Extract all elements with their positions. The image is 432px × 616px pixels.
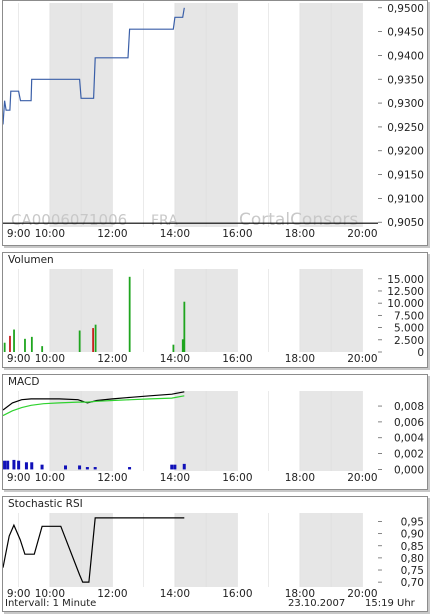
interval-label: Intervall: 1 Minute [5, 598, 97, 609]
macd-x-tick-label: 18:00 [285, 472, 315, 484]
stoch-rsi-title: Stochastic RSI [8, 498, 83, 510]
volume-x-tick-label: 14:00 [160, 353, 190, 365]
price-x-tick-label: 14:00 [160, 228, 190, 240]
volume-x-tick-label: 20:00 [347, 353, 377, 365]
macd-x-tick-label: 16:00 [222, 472, 252, 484]
stoch-rsi-y-tick-label: 0,80 [401, 553, 424, 565]
date-label: 23.10.2007 [288, 598, 346, 609]
stoch-rsi-y-tick-label: 0,70 [401, 577, 424, 589]
stoch-rsi-y-tick-label: 0,75 [401, 565, 424, 577]
volume-bar [92, 328, 94, 352]
volume-bar [78, 330, 81, 352]
volume-y-tick-label: 15.000 [387, 274, 424, 286]
macd-histogram-bar [24, 462, 28, 470]
volume-x-tick-label: 16:00 [222, 353, 252, 365]
volume-bar [181, 339, 184, 352]
price-y-tick-label: 0,9400 [387, 50, 424, 62]
macd-x-tick-label: 9:00 [7, 472, 31, 484]
macd-histogram-bar [85, 467, 89, 470]
volume-title: Volumen [8, 254, 54, 266]
macd-title: MACD [8, 376, 40, 388]
volume-bar [9, 335, 11, 352]
macd-y-tick-label: 0,008 [394, 401, 424, 413]
macd-y-tick-label: 0,002 [394, 449, 424, 461]
price-panel: 9:00 10:00 12:00 14:00 16:00 18:00 20:00 CA0006… [2, 0, 428, 246]
macd-histogram-bar [6, 460, 10, 470]
volume-y-tick-label: 0 [417, 347, 424, 359]
macd-y-tick-label: 0,006 [394, 417, 424, 429]
macd-histogram-bar [78, 465, 82, 470]
macd-x-tick-label: 20:00 [347, 472, 377, 484]
macd-x-tick-label: 14:00 [160, 472, 190, 484]
price-y-tick-label: 0,9500 [387, 3, 424, 15]
macd-histogram-bar [17, 460, 21, 470]
stoch-rsi-x-tick-label: 12:00 [97, 588, 127, 600]
macd-panel: MACD 9:00 10:00 12:00 14:00 16:00 18:00 20:00 0… [2, 374, 428, 490]
stoch-rsi-y-tick-label: 0,85 [401, 541, 424, 553]
macd-y-tick-label: 0,004 [394, 433, 424, 445]
volume-x-tick-label: 9:00 [7, 353, 31, 365]
stoch-rsi-y-tick-label: 0,95 [401, 516, 424, 528]
volume-bar [183, 301, 186, 352]
macd-x-tick-label: 10:00 [35, 472, 65, 484]
watermark-exchange: FRA [151, 213, 178, 229]
macd-histogram-bar [12, 459, 16, 470]
price-x-tick-label: 12:00 [97, 228, 127, 240]
volume-y-tick-label: 2.500 [394, 335, 424, 347]
macd-y-tick-label: 0,000 [394, 464, 424, 476]
volume-bar [128, 276, 131, 352]
volume-y-tick-label: 7.500 [394, 310, 424, 322]
time-label: 15:19 Uhr [365, 598, 415, 609]
volume-chart: 9:00 10:00 12:00 14:00 16:00 18:00 20:00 15.000… [3, 269, 424, 365]
macd-x-tick-label: 12:00 [97, 472, 127, 484]
watermark-brand: CortalConsors [239, 210, 358, 230]
volume-y-tick-label: 5.000 [394, 323, 424, 335]
macd-histogram-bar [3, 460, 7, 470]
volume-x-tick-label: 10:00 [35, 353, 65, 365]
macd-histogram-bar [64, 465, 67, 470]
volume-bar [3, 342, 6, 352]
macd-histogram-bar [93, 467, 97, 470]
macd-histogram-bar [182, 463, 186, 470]
stoch-rsi-panel: Stochastic RSI 9:00 10:00 12:00 14:00 16:00 1… [2, 496, 428, 612]
price-y-tick-label: 0,9250 [387, 122, 424, 134]
macd-histogram-bar [40, 464, 44, 470]
price-y-tick-label: 0,9150 [387, 170, 424, 182]
volume-x-tick-label: 12:00 [97, 353, 127, 365]
macd-histogram-bar [128, 467, 132, 470]
volume-bar [13, 329, 15, 352]
price-y-tick-label: 0,9050 [387, 217, 424, 229]
macd-histogram-bar [170, 464, 174, 470]
volume-y-tick-label: 12.500 [387, 286, 424, 298]
price-y-tick-label: 0,9450 [387, 27, 424, 39]
volume-bar [172, 344, 175, 352]
stoch-rsi-y-tick-label: 0,90 [401, 529, 424, 541]
price-x-tick-label: 10:00 [35, 228, 65, 240]
volume-bar [30, 336, 33, 352]
volume-panel: Volumen 9:00 10:00 12:00 14:00 16:00 18:00 20:… [2, 252, 428, 368]
volume-x-tick-label: 18:00 [285, 353, 315, 365]
price-x-tick-label: 9:00 [7, 228, 31, 240]
stoch-rsi-x-tick-label: 16:00 [222, 588, 252, 600]
volume-bar [24, 338, 26, 352]
price-y-tick-label: 0,9350 [387, 74, 424, 86]
stoch-rsi-x-tick-label: 14:00 [160, 588, 190, 600]
volume-bar [41, 346, 44, 352]
volume-y-tick-label: 10.000 [387, 298, 424, 310]
price-y-tick-label: 0,9300 [387, 98, 424, 110]
macd-histogram-bar [30, 462, 34, 470]
stoch-rsi-chart: 9:00 10:00 12:00 14:00 16:00 18:00 20:000,950,… [2, 513, 424, 600]
macd-histogram-bar [173, 464, 177, 470]
price-chart: 9:00 10:00 12:00 14:00 16:00 18:00 20:00CA0006… [2, 3, 424, 240]
watermark-isin: CA0006071006 [11, 211, 127, 229]
price-y-tick-label: 0,9200 [387, 146, 424, 158]
volume-bar [94, 324, 97, 352]
macd-chart: 9:00 10:00 12:00 14:00 16:00 18:00 20:00 0,008 0… [2, 391, 424, 484]
price-y-tick-label: 0,9100 [387, 193, 424, 205]
